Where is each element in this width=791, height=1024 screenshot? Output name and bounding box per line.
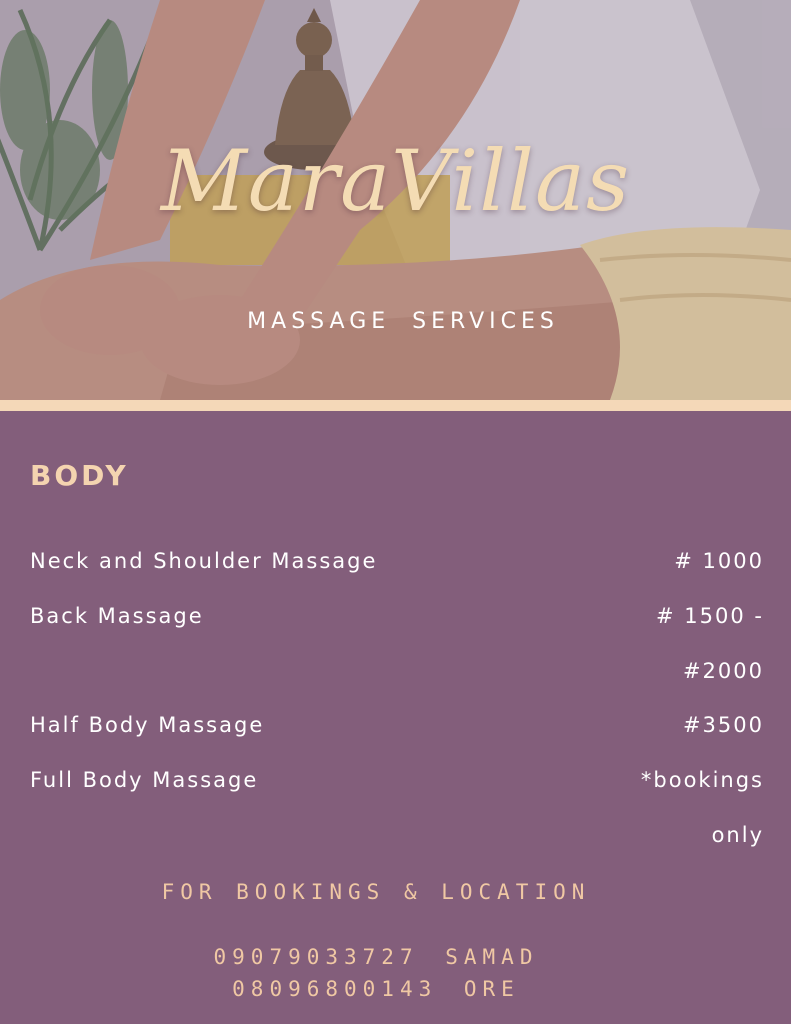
service-price-cont: only [711, 823, 764, 847]
service-price: #3500 [682, 713, 764, 737]
contact-heading: FOR BOOKINGS & LOCATION [161, 880, 591, 904]
service-price: # 1000 [674, 549, 764, 573]
brand-name: MaraVillas [160, 132, 631, 230]
service-name: Neck and Shoulder Massage [30, 549, 378, 573]
contact-name: ORE [463, 977, 520, 1001]
contact-phone: 09079033727 SAMAD [0, 945, 752, 969]
service-price-cont: #2000 [682, 659, 764, 683]
contact-phone: 08096800143 ORE [0, 977, 752, 1001]
section-title: BODY [30, 459, 129, 492]
service-name: Full Body Massage [30, 768, 259, 792]
service-price: # 1500 - [656, 604, 764, 628]
phone-number: 08096800143 [232, 977, 438, 1001]
phone-number: 09079033727 [213, 945, 419, 969]
divider [0, 400, 791, 411]
contact-name: SAMAD [445, 945, 539, 969]
service-price: *bookings [640, 768, 764, 792]
service-name: Back Massage [30, 604, 204, 628]
service-name: Half Body Massage [30, 713, 265, 737]
brand-tagline: MASSAGE SERVICES [247, 309, 559, 334]
hero-photo: MaraVillas MASSAGE SERVICES [0, 0, 791, 400]
